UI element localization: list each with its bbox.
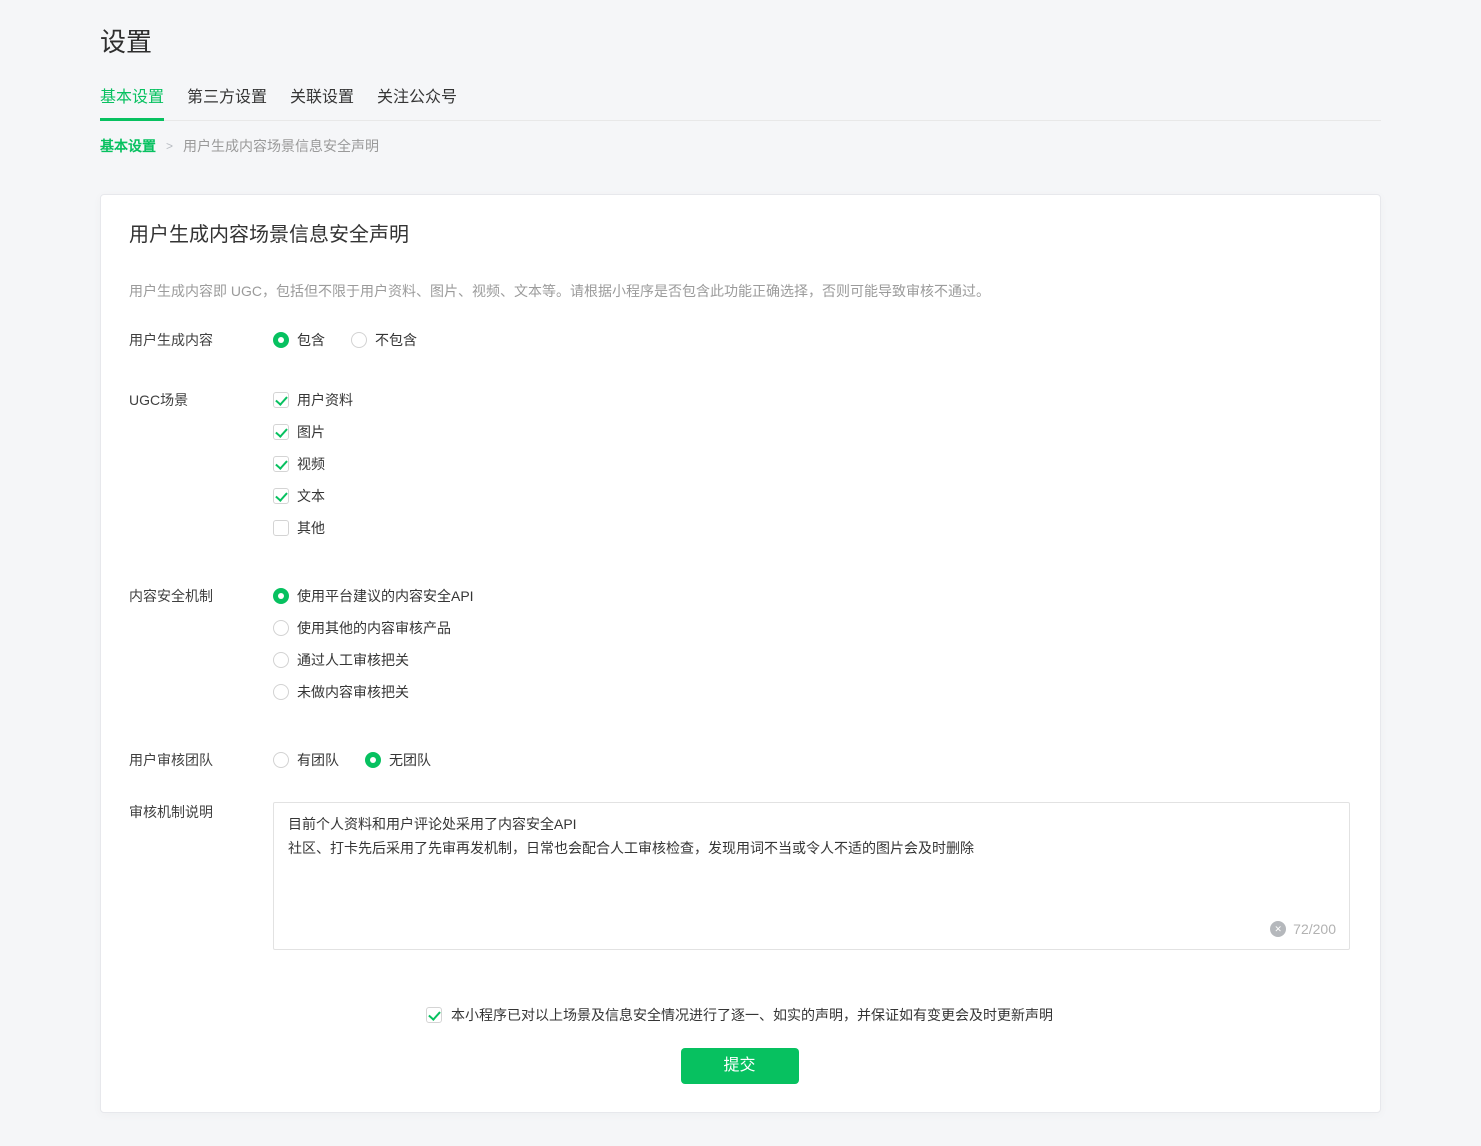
submit-button[interactable]: 提交 bbox=[681, 1048, 799, 1084]
declaration-text: 本小程序已对以上场景及信息安全情况进行了逐一、如实的声明，并保证如有变更会及时更… bbox=[451, 1005, 1053, 1025]
option-label: 文本 bbox=[297, 486, 325, 506]
radio-option-include[interactable]: 包含 bbox=[273, 330, 325, 350]
field-mechanism-description: 审核机制说明 目前个人资料和用户评论处采用了内容安全API 社区、打卡先后采用了… bbox=[129, 802, 1350, 950]
option-label: 不包含 bbox=[375, 330, 417, 350]
checkbox-icon[interactable] bbox=[273, 392, 289, 408]
option-label: 用户资料 bbox=[297, 390, 353, 410]
checkbox-option-video[interactable]: 视频 bbox=[273, 454, 1350, 474]
breadcrumb-parent-link[interactable]: 基本设置 bbox=[100, 136, 156, 156]
option-label: 未做内容审核把关 bbox=[297, 682, 409, 702]
radio-option-platform-api[interactable]: 使用平台建议的内容安全API bbox=[273, 586, 1350, 606]
radio-icon[interactable] bbox=[273, 652, 289, 668]
settings-page: 设置 基本设置 第三方设置 关联设置 关注公众号 基本设置 > 用户生成内容场景… bbox=[0, 0, 1481, 1113]
tab-third-party-settings[interactable]: 第三方设置 bbox=[187, 83, 267, 120]
field-security-mechanism: 内容安全机制 使用平台建议的内容安全API 使用其他的内容审核产品 通过人工审核… bbox=[129, 586, 1350, 702]
field-label: 用户生成内容 bbox=[129, 330, 273, 350]
tab-basic-settings[interactable]: 基本设置 bbox=[100, 83, 164, 120]
radio-icon[interactable] bbox=[273, 332, 289, 348]
field-label: 审核机制说明 bbox=[129, 802, 273, 822]
option-label: 通过人工审核把关 bbox=[297, 650, 409, 670]
tab-follow-official-account[interactable]: 关注公众号 bbox=[377, 83, 457, 120]
radio-option-no-review[interactable]: 未做内容审核把关 bbox=[273, 682, 1350, 702]
card-description: 用户生成内容即 UGC，包括但不限于用户资料、图片、视频、文本等。请根据小程序是… bbox=[129, 281, 1350, 301]
declaration-row[interactable]: 本小程序已对以上场景及信息安全情况进行了逐一、如实的声明，并保证如有变更会及时更… bbox=[129, 1005, 1350, 1025]
checkbox-icon[interactable] bbox=[273, 520, 289, 536]
radio-icon[interactable] bbox=[273, 588, 289, 604]
field-ugc-content: 用户生成内容 包含 不包含 bbox=[129, 330, 1350, 350]
chevron-right-icon: > bbox=[166, 136, 173, 156]
checkbox-icon[interactable] bbox=[273, 488, 289, 504]
option-label: 使用其他的内容审核产品 bbox=[297, 618, 451, 638]
field-ugc-scenes: UGC场景 用户资料 图片 视频 文本 bbox=[129, 390, 1350, 538]
field-label: 用户审核团队 bbox=[129, 750, 273, 770]
checkbox-option-image[interactable]: 图片 bbox=[273, 422, 1350, 442]
char-counter-group: ✕ 72/200 bbox=[1270, 921, 1336, 937]
field-review-team: 用户审核团队 有团队 无团队 bbox=[129, 750, 1350, 770]
option-label: 视频 bbox=[297, 454, 325, 474]
breadcrumb-current: 用户生成内容场景信息安全声明 bbox=[183, 136, 379, 156]
radio-icon[interactable] bbox=[273, 684, 289, 700]
radio-icon[interactable] bbox=[351, 332, 367, 348]
mechanism-description-textarea[interactable]: 目前个人资料和用户评论处采用了内容安全API 社区、打卡先后采用了先审再发机制，… bbox=[273, 802, 1350, 950]
radio-option-has-team[interactable]: 有团队 bbox=[273, 750, 339, 770]
ugc-declaration-card: 用户生成内容场景信息安全声明 用户生成内容即 UGC，包括但不限于用户资料、图片… bbox=[100, 194, 1381, 1113]
submit-row: 提交 bbox=[129, 1048, 1350, 1084]
radio-option-manual-review[interactable]: 通过人工审核把关 bbox=[273, 650, 1350, 670]
radio-option-not-include[interactable]: 不包含 bbox=[351, 330, 417, 350]
tab-bar: 基本设置 第三方设置 关联设置 关注公众号 bbox=[100, 83, 1381, 121]
option-label: 其他 bbox=[297, 518, 325, 538]
radio-option-no-team[interactable]: 无团队 bbox=[365, 750, 431, 770]
field-label: UGC场景 bbox=[129, 390, 273, 410]
option-label: 包含 bbox=[297, 330, 325, 350]
field-label: 内容安全机制 bbox=[129, 586, 273, 606]
checkbox-icon[interactable] bbox=[273, 424, 289, 440]
option-label: 无团队 bbox=[389, 750, 431, 770]
checkbox-option-other[interactable]: 其他 bbox=[273, 518, 1350, 538]
option-label: 图片 bbox=[297, 422, 325, 442]
option-label: 有团队 bbox=[297, 750, 339, 770]
breadcrumb: 基本设置 > 用户生成内容场景信息安全声明 bbox=[100, 136, 1381, 156]
tab-association-settings[interactable]: 关联设置 bbox=[290, 83, 354, 120]
page-title: 设置 bbox=[100, 0, 1381, 59]
mechanism-description-wrapper: 目前个人资料和用户评论处采用了内容安全API 社区、打卡先后采用了先审再发机制，… bbox=[273, 802, 1350, 950]
option-label: 使用平台建议的内容安全API bbox=[297, 586, 474, 606]
checkbox-icon[interactable] bbox=[273, 456, 289, 472]
clear-circle-icon[interactable]: ✕ bbox=[1270, 921, 1286, 937]
radio-icon[interactable] bbox=[273, 752, 289, 768]
checkbox-option-text[interactable]: 文本 bbox=[273, 486, 1350, 506]
radio-icon[interactable] bbox=[365, 752, 381, 768]
radio-icon[interactable] bbox=[273, 620, 289, 636]
radio-option-other-product[interactable]: 使用其他的内容审核产品 bbox=[273, 618, 1350, 638]
card-title: 用户生成内容场景信息安全声明 bbox=[129, 222, 1350, 248]
char-counter: 72/200 bbox=[1293, 921, 1336, 937]
checkbox-option-user-profile[interactable]: 用户资料 bbox=[273, 390, 1350, 410]
declaration-checkbox[interactable] bbox=[426, 1007, 442, 1023]
